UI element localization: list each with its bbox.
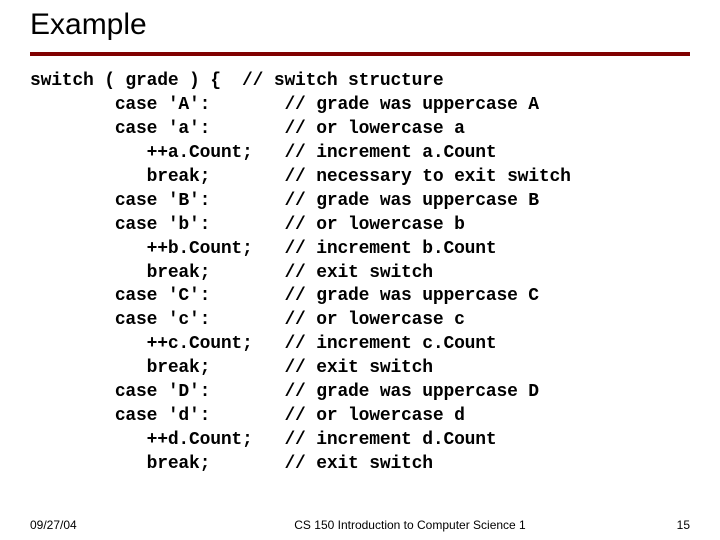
footer-course: CS 150 Introduction to Computer Science … [190, 518, 630, 532]
code-block: switch ( grade ) { // switch structure c… [30, 70, 690, 477]
slide-title: Example [30, 8, 690, 42]
slide-footer: 09/27/04 CS 150 Introduction to Computer… [0, 518, 720, 532]
footer-date: 09/27/04 [30, 518, 190, 532]
footer-page: 15 [630, 518, 690, 532]
title-rule [30, 52, 690, 56]
slide: Example switch ( grade ) { // switch str… [0, 0, 720, 540]
